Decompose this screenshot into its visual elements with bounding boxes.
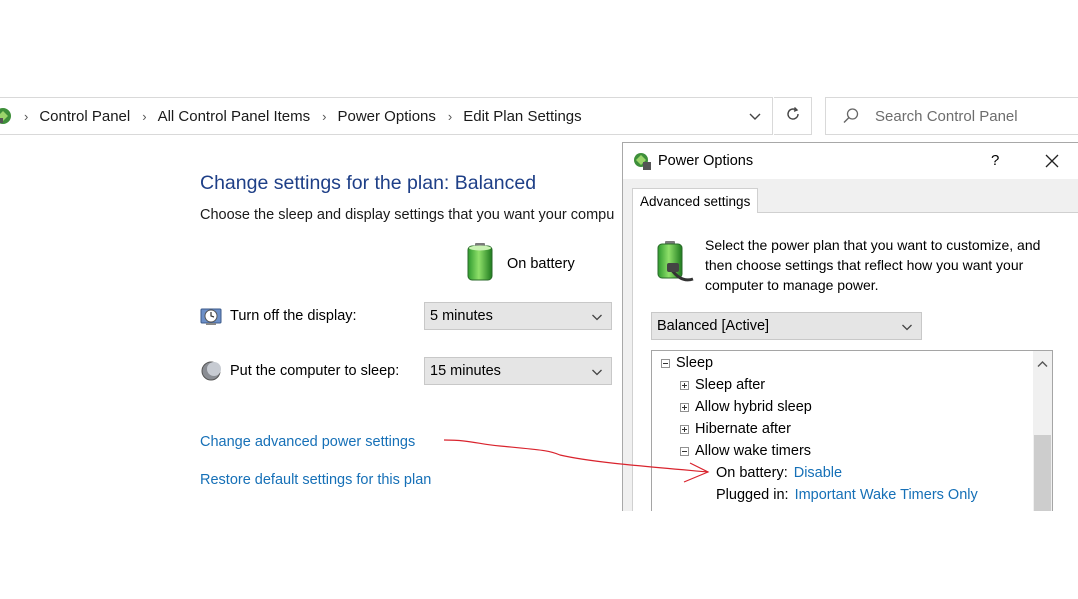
bottom-whitespace <box>0 511 1078 599</box>
annotation-arrow <box>443 439 710 483</box>
